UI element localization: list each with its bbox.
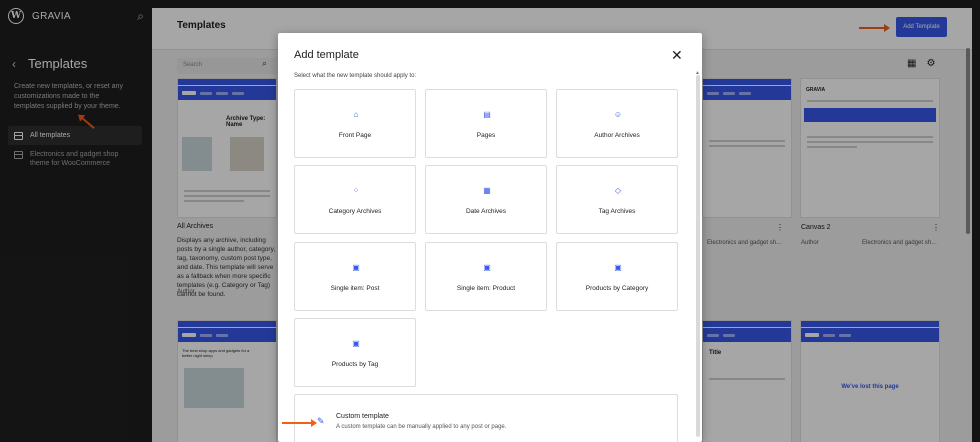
tile-label: Tag Archives bbox=[598, 208, 636, 215]
tile-single-item-post[interactable]: ▣ Single item: Post bbox=[294, 242, 416, 311]
custom-template-description: A custom template can be manually applie… bbox=[336, 424, 507, 430]
tile-category-archives[interactable]: ⁘ Category Archives bbox=[294, 165, 416, 234]
tile-label: Single item: Product bbox=[456, 285, 516, 292]
close-icon[interactable]: ✕ bbox=[671, 47, 683, 64]
pencil-icon: ✎ bbox=[317, 416, 325, 426]
tile-products-by-tag[interactable]: ▣ Products by Tag bbox=[294, 318, 416, 387]
modal-subtitle: Select what the new template should appl… bbox=[294, 73, 417, 79]
tile-date-archives[interactable]: ▦ Date Archives bbox=[425, 165, 547, 234]
tile-front-page[interactable]: ⌂ Front Page bbox=[294, 89, 416, 158]
modal-title: Add template bbox=[294, 49, 359, 61]
author-icon: ☺ bbox=[613, 109, 623, 119]
custom-template-title: Custom template bbox=[336, 413, 389, 420]
tag-icon: ◇ bbox=[614, 185, 622, 195]
tile-label: Single item: Post bbox=[330, 285, 380, 292]
tile-label: Date Archives bbox=[465, 208, 507, 215]
layout-icon: ▣ bbox=[352, 338, 360, 348]
tile-author-archives[interactable]: ☺ Author Archives bbox=[556, 89, 678, 158]
tile-pages[interactable]: ▤ Pages bbox=[425, 89, 547, 158]
page-icon: ▤ bbox=[483, 109, 491, 119]
layout-icon: ▣ bbox=[614, 262, 622, 272]
tile-label: Category Archives bbox=[328, 208, 382, 215]
tile-label: Front Page bbox=[338, 132, 372, 139]
add-template-modal: Add template ✕ Select what the new templ… bbox=[278, 33, 702, 442]
layout-icon: ▣ bbox=[483, 262, 491, 272]
home-icon: ⌂ bbox=[353, 109, 359, 119]
tile-label: Products by Category bbox=[585, 285, 649, 292]
layout-icon: ▣ bbox=[352, 262, 360, 272]
calendar-icon: ▦ bbox=[483, 185, 491, 195]
tile-label: Author Archives bbox=[594, 132, 640, 139]
tile-label: Pages bbox=[476, 132, 496, 139]
tile-label: Products by Tag bbox=[331, 361, 379, 368]
tile-products-by-category[interactable]: ▣ Products by Category bbox=[556, 242, 678, 311]
category-icon: ⁘ bbox=[352, 185, 360, 195]
modal-scrollbar[interactable] bbox=[696, 75, 700, 437]
custom-template-option[interactable]: ✎ Custom template A custom template can … bbox=[294, 394, 678, 442]
annotation-arrow bbox=[282, 419, 317, 427]
tile-single-item-product[interactable]: ▣ Single item: Product bbox=[425, 242, 547, 311]
tile-tag-archives[interactable]: ◇ Tag Archives bbox=[556, 165, 678, 234]
